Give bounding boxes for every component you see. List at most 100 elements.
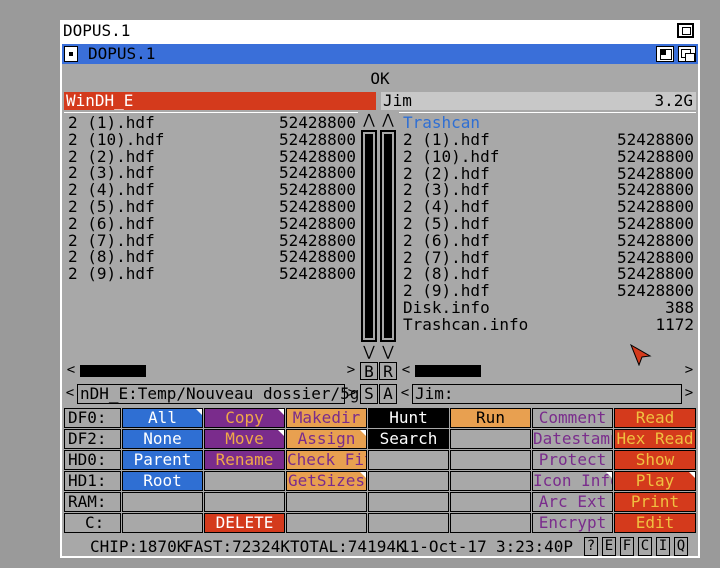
empty-button[interactable] bbox=[204, 492, 285, 512]
hunt-button[interactable]: Hunt bbox=[368, 408, 449, 428]
file-size: 52428800 bbox=[278, 129, 356, 149]
empty-button[interactable] bbox=[368, 492, 449, 512]
empty-button[interactable] bbox=[450, 513, 531, 533]
empty-button[interactable] bbox=[450, 492, 531, 512]
scroll-down-icon[interactable]: ⋁ bbox=[379, 344, 397, 360]
all-button[interactable]: All bbox=[122, 408, 203, 428]
device-hd0[interactable]: HD0: bbox=[64, 450, 121, 470]
left-path-input[interactable]: nDH_E:Temp/Nouveau dossier/5go/ bbox=[80, 385, 379, 403]
path-left-icon[interactable]: < bbox=[64, 385, 76, 403]
hex-read-button[interactable]: Hex Read bbox=[614, 429, 696, 449]
left-path-field[interactable]: < nDH_E:Temp/Nouveau dossier/5go/ > bbox=[64, 384, 379, 404]
scroll-thumb[interactable] bbox=[365, 134, 373, 338]
copy-button[interactable]: Copy bbox=[204, 408, 285, 428]
comment-button[interactable]: Comment bbox=[532, 408, 613, 428]
font-button[interactable]: F bbox=[620, 537, 634, 556]
quit-button[interactable]: Q bbox=[674, 537, 688, 556]
scroll-right-icon[interactable]: > bbox=[344, 362, 358, 380]
empty-button[interactable] bbox=[368, 513, 449, 533]
empty-button[interactable] bbox=[450, 471, 531, 491]
close-icon[interactable] bbox=[64, 46, 78, 62]
getsizes-button[interactable]: GetSizes bbox=[286, 471, 367, 491]
empty-button[interactable] bbox=[286, 492, 367, 512]
right-path-input[interactable]: Jim: bbox=[415, 385, 454, 403]
datestamp-button[interactable]: Datestamp bbox=[532, 429, 613, 449]
h-scroll-thumb[interactable] bbox=[415, 365, 481, 377]
scroll-left-icon[interactable]: < bbox=[64, 362, 78, 380]
none-button[interactable]: None bbox=[122, 429, 203, 449]
right-file-list[interactable]: Trashcan 2 (1).hdf 52428800 2 (10).hdf 5242… bbox=[399, 112, 696, 360]
window-title-bar[interactable]: DOPUS.1 bbox=[62, 44, 698, 64]
iconify-button[interactable]: I bbox=[656, 537, 670, 556]
show-button[interactable]: Show bbox=[614, 450, 696, 470]
device-df0[interactable]: DF0: bbox=[64, 408, 121, 428]
edit-button[interactable]: Edit bbox=[614, 513, 696, 533]
rename-button[interactable]: Rename bbox=[204, 450, 285, 470]
scroll-track[interactable] bbox=[380, 130, 396, 342]
buffer-button-a[interactable]: A bbox=[379, 384, 397, 404]
run-button[interactable]: Run bbox=[450, 408, 531, 428]
path-right-icon[interactable]: > bbox=[683, 385, 695, 403]
window-title: DOPUS.1 bbox=[88, 44, 156, 63]
root-button[interactable]: Root bbox=[122, 471, 203, 491]
zoom-icon[interactable] bbox=[656, 46, 674, 62]
depth-icon[interactable] bbox=[678, 46, 696, 62]
scroll-down-icon[interactable]: ⋁ bbox=[360, 344, 378, 360]
empty-button[interactable] bbox=[204, 471, 285, 491]
move-button[interactable]: Move bbox=[204, 429, 285, 449]
right-path-field[interactable]: < Jim: > bbox=[399, 384, 696, 404]
play-button[interactable]: Play bbox=[614, 471, 696, 491]
file-size: 1172 bbox=[655, 314, 694, 334]
left-horizontal-scrollbar[interactable]: < bbox=[64, 362, 358, 380]
dopus-window: DOPUS.1 OK WinDH_E Jim 3.2G 2 (1).hdf 524… bbox=[60, 42, 700, 558]
empty-button[interactable] bbox=[368, 450, 449, 470]
right-path-header-label: Jim bbox=[383, 91, 412, 110]
makedir-button[interactable]: Makedir bbox=[286, 408, 367, 428]
device-ram[interactable]: RAM: bbox=[64, 492, 121, 512]
check-fit-button[interactable]: Check Fit bbox=[286, 450, 367, 470]
scroll-up-icon[interactable]: ⋀ bbox=[360, 112, 378, 128]
empty-button[interactable] bbox=[450, 429, 531, 449]
parent-button[interactable]: Parent bbox=[122, 450, 203, 470]
encrypt-button[interactable]: Encrypt bbox=[532, 513, 613, 533]
empty-button[interactable] bbox=[122, 513, 203, 533]
search-button[interactable]: Search bbox=[368, 429, 449, 449]
error-button[interactable]: E bbox=[602, 537, 616, 556]
arc-ext-button[interactable]: Arc Ext bbox=[532, 492, 613, 512]
path-left-icon[interactable]: < bbox=[399, 385, 411, 403]
read-button[interactable]: Read bbox=[614, 408, 696, 428]
buffer-button-s[interactable]: S bbox=[360, 384, 378, 404]
empty-button[interactable] bbox=[368, 471, 449, 491]
date-display: 11-Oct-17 bbox=[400, 537, 487, 556]
left-vertical-scrollbar[interactable]: ⋀ ⋁ bbox=[360, 112, 378, 360]
left-file-list[interactable]: 2 (1).hdf 52428800 2 (10).hdf 52428800 2 (2)… bbox=[64, 112, 358, 360]
scroll-left-icon[interactable]: < bbox=[399, 362, 413, 380]
right-vertical-scrollbar[interactable]: ⋀ ⋁ bbox=[379, 112, 397, 360]
screen-title-bar[interactable]: DOPUS.1 bbox=[60, 20, 700, 42]
h-scroll-thumb[interactable] bbox=[80, 365, 146, 377]
scroll-right-icon[interactable]: > bbox=[682, 362, 696, 380]
screen-depth-icon[interactable] bbox=[677, 23, 694, 38]
path-right-icon[interactable]: > bbox=[346, 385, 358, 403]
device-hd1[interactable]: HD1: bbox=[64, 471, 121, 491]
buffer-button-b[interactable]: B bbox=[360, 362, 378, 380]
buffer-button-r[interactable]: R bbox=[379, 362, 397, 380]
scroll-thumb[interactable] bbox=[384, 134, 392, 338]
scroll-up-icon[interactable]: ⋀ bbox=[379, 112, 397, 128]
config-button[interactable]: C bbox=[638, 537, 652, 556]
delete-button[interactable]: DELETE bbox=[204, 513, 285, 533]
icon-info-button[interactable]: Icon Info bbox=[532, 471, 613, 491]
assign-button[interactable]: Assign bbox=[286, 429, 367, 449]
left-path-header[interactable]: WinDH_E bbox=[64, 92, 376, 110]
empty-button[interactable] bbox=[286, 513, 367, 533]
protect-button[interactable]: Protect bbox=[532, 450, 613, 470]
print-button[interactable]: Print bbox=[614, 492, 696, 512]
device-c[interactable]: C: bbox=[64, 513, 121, 533]
file-name: 2 (10).hdf bbox=[68, 129, 165, 149]
empty-button[interactable] bbox=[122, 492, 203, 512]
help-button[interactable]: ? bbox=[584, 537, 598, 556]
scroll-track[interactable] bbox=[361, 130, 377, 342]
device-df2[interactable]: DF2: bbox=[64, 429, 121, 449]
empty-button[interactable] bbox=[450, 450, 531, 470]
right-path-header[interactable]: Jim 3.2G bbox=[381, 92, 696, 110]
